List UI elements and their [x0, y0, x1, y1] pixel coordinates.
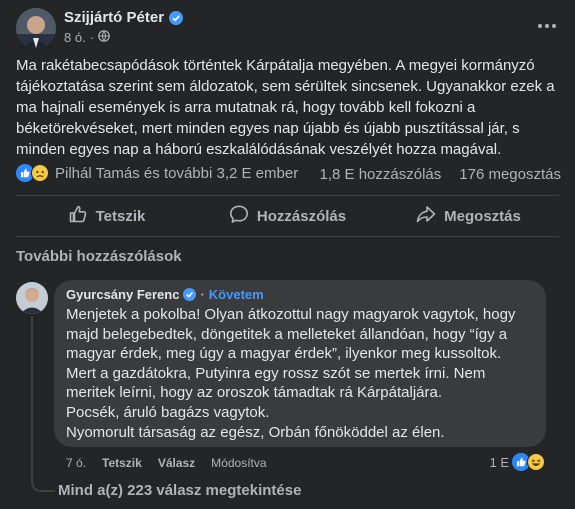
action-bar: Tetszik Hozzászólás Megosztás: [16, 198, 559, 234]
reaction-icons: [16, 164, 49, 182]
author-avatar[interactable]: [16, 8, 56, 48]
comment-author[interactable]: Gyurcsány Ferenc: [66, 287, 179, 302]
meta-separator: ·: [89, 30, 95, 45]
comment-like-button[interactable]: Tetszik: [102, 456, 142, 470]
comment-line: Pocsék, áruló bagázs vagytok.: [66, 403, 270, 421]
comment-header: Gyurcsány Ferenc · Követem: [66, 287, 264, 302]
laugh-reaction-icon: [527, 453, 545, 471]
share-label: Megosztás: [444, 207, 521, 225]
share-count[interactable]: 176 megosztás: [459, 166, 561, 183]
follow-separator: ·: [200, 287, 205, 302]
reactions-summary[interactable]: Pilhál Tamás és további 3,2 E ember: [16, 164, 298, 182]
more-icon[interactable]: [535, 14, 559, 38]
commenter-avatar[interactable]: [16, 282, 48, 314]
sad-reaction-icon: [31, 164, 49, 182]
follow-button[interactable]: Követem: [209, 287, 264, 302]
divider: [16, 236, 559, 237]
divider: [16, 195, 559, 196]
share-button[interactable]: Megosztás: [378, 198, 559, 234]
post-time[interactable]: 8 ó.: [64, 30, 86, 45]
like-label: Tetszik: [95, 207, 146, 225]
comment-reaction-count: 1 E: [489, 454, 509, 470]
author-name[interactable]: Szijjártó Péter: [64, 9, 184, 26]
verified-icon: [169, 10, 184, 25]
view-replies-link[interactable]: Mind a(z) 223 válasz megtekintése: [58, 482, 301, 499]
post-text: Ma rakétabecsapódások történtek Kárpátal…: [16, 57, 555, 158]
comment-line: Menjetek a pokolba! Olyan átkozottul nag…: [66, 306, 520, 363]
share-icon: [416, 204, 436, 228]
like-button[interactable]: Tetszik: [16, 198, 197, 234]
comment-reply-button[interactable]: Válasz: [158, 456, 195, 470]
verified-icon: [183, 288, 197, 301]
post-card: Szijjártó Péter 8 ó. · Ma rakétabecsapód…: [0, 0, 575, 509]
comment-icon: [229, 204, 249, 228]
reactions-text[interactable]: Pilhál Tamás és további 3,2 E ember: [55, 165, 298, 182]
comment-button[interactable]: Hozzászólás: [197, 198, 378, 234]
comment-text: Menjetek a pokolba! Olyan átkozottul nag…: [66, 305, 536, 442]
comment-actions: 7 ó. Tetszik Válasz Módosítva: [66, 456, 267, 470]
comment-time[interactable]: 7 ó.: [66, 456, 86, 470]
more-comments-link[interactable]: További hozzászólások: [16, 248, 182, 265]
reactions-bar: Pilhál Tamás és további 3,2 E ember 1,8 …: [16, 164, 561, 186]
comment-line: Nyomorult társaság az egész, Orbán főnök…: [66, 423, 445, 441]
globe-icon: [98, 30, 110, 45]
post-meta: 8 ó. ·: [64, 30, 110, 45]
author-name-text[interactable]: Szijjártó Péter: [64, 9, 164, 26]
engagement-counts: 1,8 E hozzászólás 176 megosztás: [320, 166, 561, 183]
comment-label: Hozzászólás: [256, 207, 347, 225]
comment-bubble: Gyurcsány Ferenc · Követem Menjetek a po…: [54, 280, 546, 447]
comment-reactions[interactable]: 1 E: [489, 453, 545, 471]
reply-thread-line: [31, 316, 55, 492]
comment-line: Mert a gazdátokra, Putyinra egy rossz sz…: [66, 364, 490, 402]
like-icon: [68, 204, 88, 228]
comment-edited-label[interactable]: Módosítva: [211, 456, 266, 470]
comment-count[interactable]: 1,8 E hozzászólás: [320, 166, 442, 183]
